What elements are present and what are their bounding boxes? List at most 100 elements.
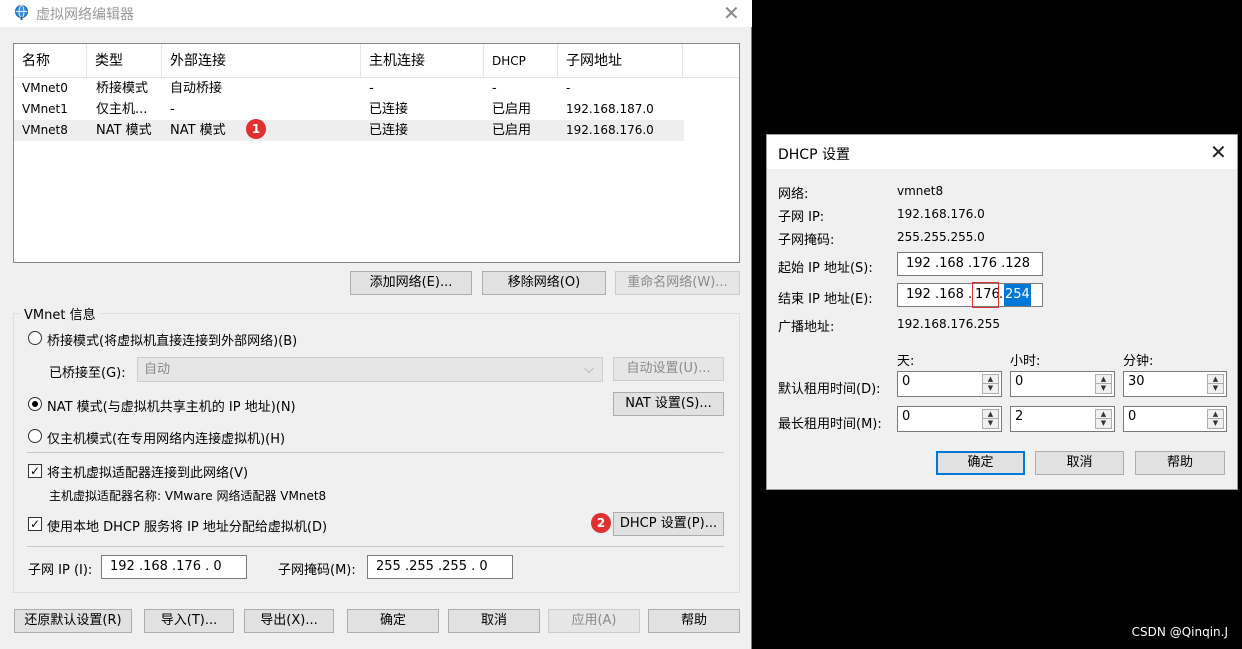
auto-settings-button[interactable]: 自动设置(U)...	[613, 357, 724, 381]
nat-mode-label[interactable]: NAT 模式(与虚拟机共享主机的 IP 地址)(N)	[47, 396, 296, 415]
highlight-box	[972, 282, 999, 308]
default-lease-hours-spinner[interactable]: 0 ▲ ▼	[1010, 371, 1115, 397]
column-header-type[interactable]: 类型	[87, 44, 162, 78]
max-lease-days-spinner[interactable]: 0 ▲ ▼	[897, 406, 1002, 432]
max-lease-hours-spinner[interactable]: 2 ▲ ▼	[1010, 406, 1115, 432]
bridged-to-select[interactable]: 自动 ⌵	[137, 357, 603, 382]
spinner-arrows[interactable]: ▲ ▼	[982, 374, 999, 394]
arrow-down-icon[interactable]: ▼	[983, 384, 998, 393]
dhcp-cancel-button[interactable]: 取消	[1035, 451, 1124, 475]
row-subnet: 192.168.187.0	[566, 102, 654, 116]
arrow-up-icon[interactable]: ▲	[983, 375, 998, 384]
dhcp-dialog-title: DHCP 设置	[778, 147, 850, 163]
window-title: 虚拟网络编辑器	[36, 7, 134, 23]
default-lease-days-spinner[interactable]: 0 ▲ ▼	[897, 371, 1002, 397]
bridge-mode-radio[interactable]	[28, 331, 42, 345]
arrow-down-icon[interactable]: ▼	[983, 419, 998, 428]
table-row[interactable]: VMnet0 桥接模式 自动桥接 - - -	[14, 78, 684, 99]
hostonly-mode-radio[interactable]	[28, 429, 42, 443]
dhcp-settings-button[interactable]: DHCP 设置(P)...	[613, 512, 724, 536]
export-button[interactable]: 导出(X)...	[244, 609, 334, 633]
nat-mode-radio[interactable]	[28, 397, 42, 411]
connect-adapter-checkbox[interactable]: ✓	[28, 464, 42, 478]
row-dhcp: 已启用	[492, 102, 532, 117]
spinner-value: 0	[902, 409, 911, 424]
subnet-ip-label: 子网 IP (I):	[28, 563, 93, 578]
network-value: vmnet8	[897, 184, 944, 198]
row-name: VMnet8	[22, 123, 68, 137]
end-ip-prefix: 192 .168 .	[906, 287, 973, 302]
nat-settings-button[interactable]: NAT 设置(S)...	[613, 392, 724, 416]
spinner-arrows[interactable]: ▲ ▼	[1095, 409, 1112, 429]
spinner-arrows[interactable]: ▲ ▼	[982, 409, 999, 429]
arrow-up-icon[interactable]: ▲	[983, 410, 998, 419]
subnet-ip-value: 192.168.176.0	[897, 207, 985, 221]
subnet-mask-input[interactable]: 255 .255 .255 . 0	[367, 555, 513, 579]
column-header-subnet[interactable]: 子网地址	[558, 44, 683, 78]
max-lease-label: 最长租用时间(M):	[778, 417, 882, 432]
column-header-host[interactable]: 主机连接	[361, 44, 484, 78]
column-header-name[interactable]: 名称	[14, 44, 87, 78]
spinner-arrows[interactable]: ▲ ▼	[1095, 374, 1112, 394]
add-network-button[interactable]: 添加网络(E)...	[350, 271, 472, 295]
divider	[27, 452, 724, 453]
spinner-value: 0	[1015, 374, 1024, 389]
row-dhcp: -	[492, 81, 497, 96]
row-subnet: 192.168.176.0	[566, 123, 654, 137]
subnet-ip-input[interactable]: 192 .168 .176 . 0	[101, 555, 247, 579]
end-ip-input[interactable]: 192 .168 . 176 . 254	[897, 283, 1043, 307]
import-button[interactable]: 导入(T)...	[144, 609, 234, 633]
column-header-dhcp[interactable]: DHCP	[484, 44, 558, 78]
spinner-value: 2	[1015, 409, 1024, 424]
hostonly-mode-label[interactable]: 仅主机模式(在专用网络内连接虚拟机)(H)	[47, 428, 285, 447]
arrow-up-icon[interactable]: ▲	[1096, 410, 1111, 419]
arrow-down-icon[interactable]: ▼	[1096, 384, 1111, 393]
table-row-selected[interactable]: VMnet8 NAT 模式 NAT 模式 已连接 已启用 192.168.176…	[14, 120, 684, 141]
arrow-up-icon[interactable]: ▲	[1208, 375, 1223, 384]
use-dhcp-checkbox[interactable]: ✓	[28, 517, 42, 531]
arrow-down-icon[interactable]: ▼	[1096, 419, 1111, 428]
divider	[27, 546, 724, 547]
close-icon[interactable]: ✕	[723, 3, 740, 23]
use-dhcp-label[interactable]: 使用本地 DHCP 服务将 IP 地址分配给虚拟机(D)	[47, 516, 327, 535]
subnet-ip-label: 子网 IP:	[778, 210, 825, 225]
row-external: -	[170, 102, 175, 117]
connect-adapter-label[interactable]: 将主机虚拟适配器连接到此网络(V)	[47, 462, 248, 481]
start-ip-input[interactable]: 192 .168 .176 .128	[897, 252, 1043, 276]
row-dhcp: 已启用	[492, 123, 532, 138]
restore-defaults-button[interactable]: 还原默认设置(R)	[14, 609, 132, 633]
spinner-value: 0	[1128, 409, 1137, 424]
help-button[interactable]: 帮助	[648, 609, 740, 633]
arrow-down-icon[interactable]: ▼	[1208, 419, 1223, 428]
spinner-arrows[interactable]: ▲ ▼	[1207, 409, 1224, 429]
rename-network-button[interactable]: 重命名网络(W)...	[615, 271, 740, 295]
row-host: -	[369, 81, 374, 96]
ok-button[interactable]: 确定	[347, 609, 439, 633]
arrow-down-icon[interactable]: ▼	[1208, 384, 1223, 393]
end-ip-last-octet[interactable]: 254	[1004, 284, 1031, 306]
row-type: 桥接模式	[96, 81, 149, 96]
close-icon[interactable]: ✕	[1210, 142, 1227, 162]
dhcp-ok-button[interactable]: 确定	[936, 451, 1025, 475]
end-ip-dot: .	[999, 287, 1004, 302]
spinner-arrows[interactable]: ▲ ▼	[1207, 374, 1224, 394]
dhcp-help-button[interactable]: 帮助	[1135, 451, 1225, 475]
step-badge-1: 1	[246, 119, 266, 139]
start-ip-label: 起始 IP 地址(S):	[778, 261, 873, 276]
network-list[interactable]: 名称 类型 外部连接 主机连接 DHCP 子网地址 VMnet0 桥接模式 自动…	[13, 43, 740, 263]
default-lease-minutes-spinner[interactable]: 30 ▲ ▼	[1123, 371, 1227, 397]
chevron-down-icon: ⌵	[584, 362, 594, 377]
arrow-up-icon[interactable]: ▲	[1208, 410, 1223, 419]
arrow-up-icon[interactable]: ▲	[1096, 375, 1111, 384]
cancel-button[interactable]: 取消	[448, 609, 540, 633]
table-row[interactable]: VMnet1 仅主机... - 已连接 已启用 192.168.187.0	[14, 99, 684, 120]
remove-network-button[interactable]: 移除网络(O)	[482, 271, 606, 295]
list-header: 名称 类型 外部连接 主机连接 DHCP 子网地址	[14, 44, 739, 78]
dhcp-settings-dialog: DHCP 设置 ✕ 网络: vmnet8 子网 IP: 192.168.176.…	[766, 134, 1238, 490]
max-lease-minutes-spinner[interactable]: 0 ▲ ▼	[1123, 406, 1227, 432]
title-bar: 虚拟网络编辑器 ✕	[0, 0, 752, 27]
apply-button[interactable]: 应用(A)	[548, 609, 640, 633]
bridge-mode-label[interactable]: 桥接模式(将虚拟机直接连接到外部网络)(B)	[47, 330, 297, 349]
row-external: NAT 模式	[170, 123, 226, 138]
column-header-external[interactable]: 外部连接	[162, 44, 361, 78]
